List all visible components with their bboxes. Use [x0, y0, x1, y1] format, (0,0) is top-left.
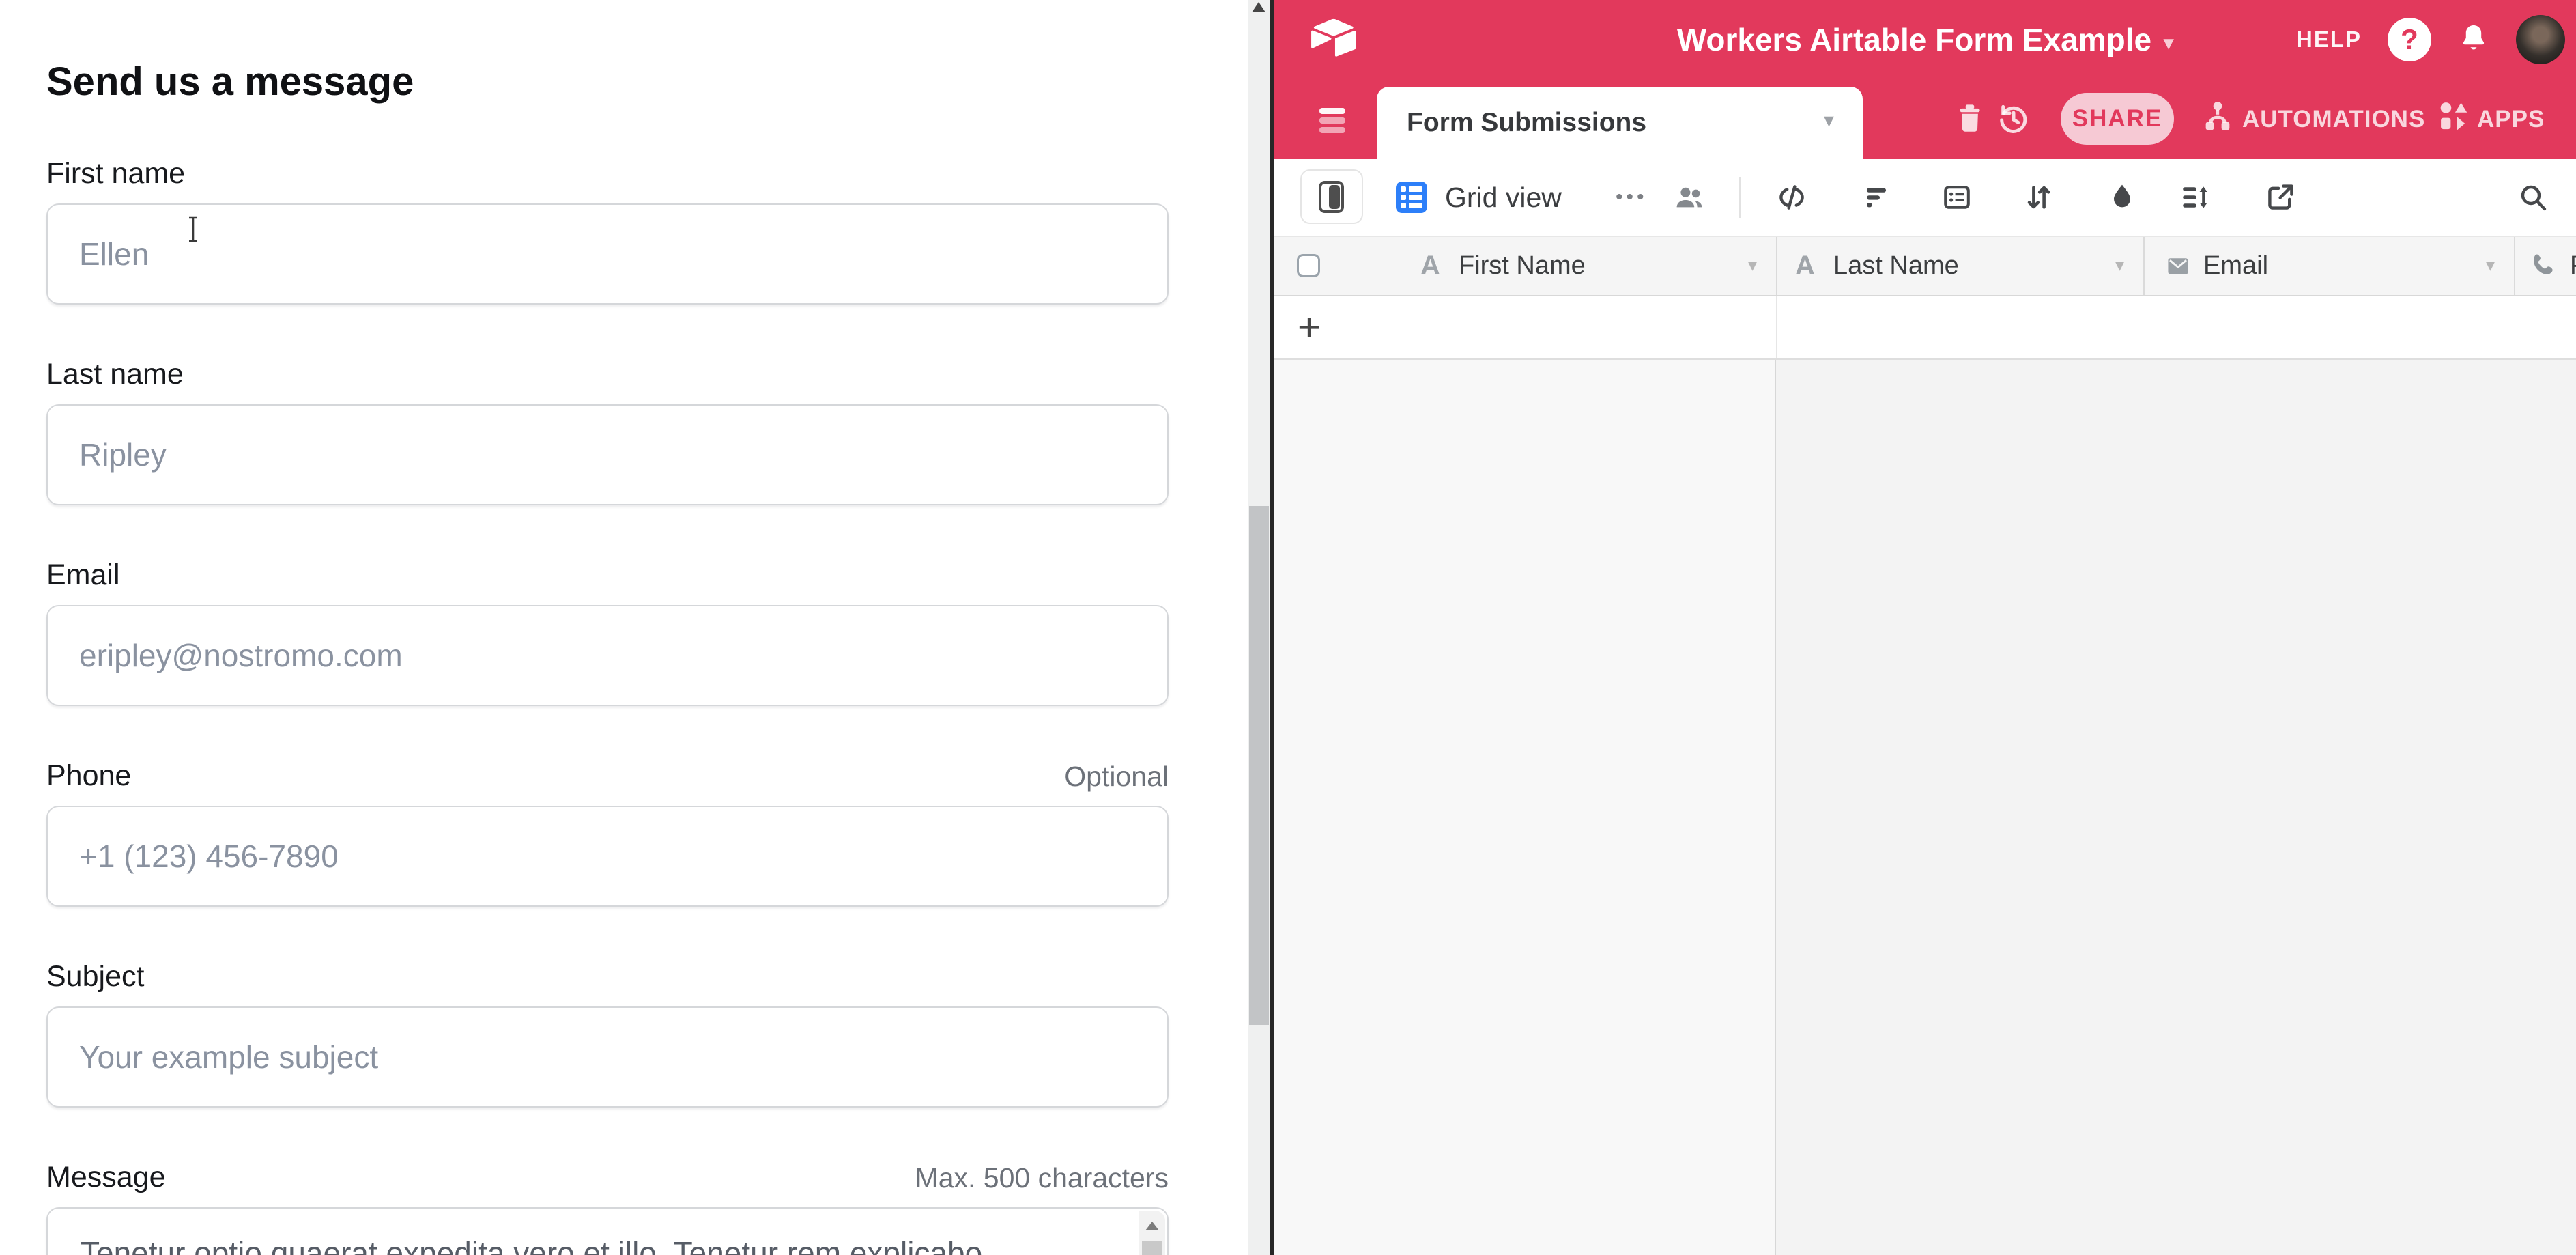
apps-icon	[2435, 98, 2470, 140]
question-icon[interactable]: ?	[2388, 18, 2431, 61]
email-input[interactable]	[46, 605, 1169, 706]
phone-field-type-icon	[2528, 251, 2558, 284]
group-icon[interactable]	[1941, 181, 1973, 217]
base-title-caret-icon[interactable]: ▾	[2164, 31, 2173, 54]
last-name-input[interactable]	[46, 404, 1169, 505]
column-menu-caret-icon[interactable]: ▾	[2486, 255, 2495, 276]
select-all-checkbox[interactable]	[1297, 254, 1320, 277]
form-heading: Send us a message	[46, 59, 414, 104]
field-last-name: Last name	[46, 356, 1169, 505]
column-header-last-name[interactable]: A Last Name ▾	[1776, 237, 2143, 295]
column-label: Email	[2203, 237, 2268, 295]
sidebar-panel-icon	[1319, 181, 1344, 213]
column-label: Last Name	[1833, 237, 1959, 295]
text-field-type-icon: A	[1420, 237, 1440, 295]
grid-canvas-frozen-column	[1274, 360, 1776, 1255]
field-email: Email	[46, 557, 1169, 706]
apps-label: APPS	[2477, 106, 2545, 133]
column-label: P	[2570, 237, 2576, 295]
hamburger-menu-icon[interactable]	[1319, 108, 1345, 137]
message-text: Tenetur optio quaerat expedita vero et i…	[81, 1233, 1113, 1255]
hide-fields-icon[interactable]	[1775, 181, 1808, 217]
sidebar-toggle-button[interactable]	[1300, 169, 1363, 224]
help-button[interactable]: HELP	[2296, 27, 2362, 53]
subject-input[interactable]	[46, 1006, 1169, 1108]
page-scrollbar-thumb[interactable]	[1249, 506, 1269, 1025]
automations-icon	[2200, 98, 2235, 140]
message-textarea[interactable]: Tenetur optio quaerat expedita vero et i…	[46, 1207, 1169, 1255]
filter-icon[interactable]	[1861, 181, 1894, 217]
add-row-plus-icon[interactable]: +	[1298, 296, 1321, 358]
apps-button[interactable]: APPS	[2435, 79, 2545, 159]
last-name-label: Last name	[46, 356, 1169, 392]
page-scroll-up-icon[interactable]	[1252, 2, 1265, 12]
phone-input[interactable]	[46, 806, 1169, 907]
view-options-icon[interactable]: •••	[1616, 159, 1648, 236]
row-height-icon[interactable]	[2178, 181, 2211, 217]
column-menu-caret-icon[interactable]: ▾	[2115, 255, 2124, 276]
base-tab-row: Form Submissions ▾ SHARE	[1274, 79, 2576, 159]
grid-canvas	[1274, 360, 2576, 1255]
message-maxchars-note: Max. 500 characters	[915, 1162, 1169, 1194]
column-header-email[interactable]: Email ▾	[2143, 237, 2514, 295]
field-subject: Subject	[46, 959, 1169, 1108]
grid-view-label[interactable]: Grid view	[1445, 159, 1562, 236]
trash-icon[interactable]	[1953, 101, 1987, 139]
phone-optional-note: Optional	[1064, 761, 1169, 793]
contact-form-pane: Send us a message First name Last name E…	[0, 0, 1248, 1255]
column-menu-caret-icon[interactable]: ▾	[1748, 255, 1757, 276]
automations-label: AUTOMATIONS	[2242, 106, 2425, 133]
view-toolbar: Grid view •••	[1274, 159, 2576, 236]
message-scrollbar[interactable]	[1139, 1211, 1165, 1255]
airtable-window: Workers Airtable Form Example ▾ HELP ?	[1270, 0, 2576, 1255]
base-title-text: Workers Airtable Form Example	[1677, 21, 2151, 58]
tab-form-submissions[interactable]: Form Submissions ▾	[1377, 87, 1863, 159]
subject-label: Subject	[46, 959, 1169, 994]
column-label: First Name	[1459, 237, 1586, 295]
field-first-name: First name	[46, 156, 1169, 305]
grid-view-icon[interactable]	[1396, 182, 1427, 213]
share-button[interactable]: SHARE	[2061, 93, 2174, 145]
toolbar-divider	[1739, 177, 1741, 218]
message-scrollbar-thumb[interactable]	[1142, 1241, 1162, 1255]
column-header-first-name[interactable]: A First Name ▾	[1274, 237, 1776, 295]
message-scroll-up-icon[interactable]	[1145, 1222, 1159, 1230]
avatar[interactable]	[2516, 15, 2565, 64]
table-header-row: A First Name ▾ A Last Name ▾ Email ▾	[1274, 236, 2576, 296]
tab-caret-icon[interactable]: ▾	[1824, 109, 1834, 132]
text-field-type-icon: A	[1795, 237, 1815, 295]
screen: Send us a message First name Last name E…	[0, 0, 2576, 1255]
automations-button[interactable]: AUTOMATIONS	[2200, 79, 2425, 159]
phone-label: Phone	[46, 758, 1169, 793]
topbar-actions: HELP ?	[2296, 0, 2565, 79]
share-button-label: SHARE	[2072, 105, 2163, 132]
search-icon[interactable]	[2517, 181, 2549, 217]
first-name-input[interactable]	[46, 203, 1169, 305]
collaborators-icon[interactable]	[1673, 181, 1706, 217]
first-name-label: First name	[46, 156, 1169, 191]
column-header-phone[interactable]: P	[2514, 237, 2576, 295]
color-icon[interactable]	[2106, 181, 2138, 217]
airtable-topbar: Workers Airtable Form Example ▾ HELP ?	[1274, 0, 2576, 79]
add-row-row[interactable]: +	[1274, 296, 2576, 360]
email-field-type-icon	[2165, 253, 2191, 283]
bell-icon[interactable]	[2457, 22, 2490, 58]
sort-icon[interactable]	[2022, 181, 2055, 217]
field-phone: Phone Optional	[46, 758, 1169, 907]
share-view-icon[interactable]	[2264, 181, 2297, 217]
email-label: Email	[46, 557, 1169, 593]
column-divider	[1776, 296, 1777, 358]
field-message: Message Max. 500 characters Tenetur opti…	[46, 1159, 1169, 1255]
page-scrollbar[interactable]	[1248, 0, 1270, 1255]
tab-label: Form Submissions	[1407, 87, 1646, 159]
history-icon[interactable]	[1995, 100, 2032, 140]
